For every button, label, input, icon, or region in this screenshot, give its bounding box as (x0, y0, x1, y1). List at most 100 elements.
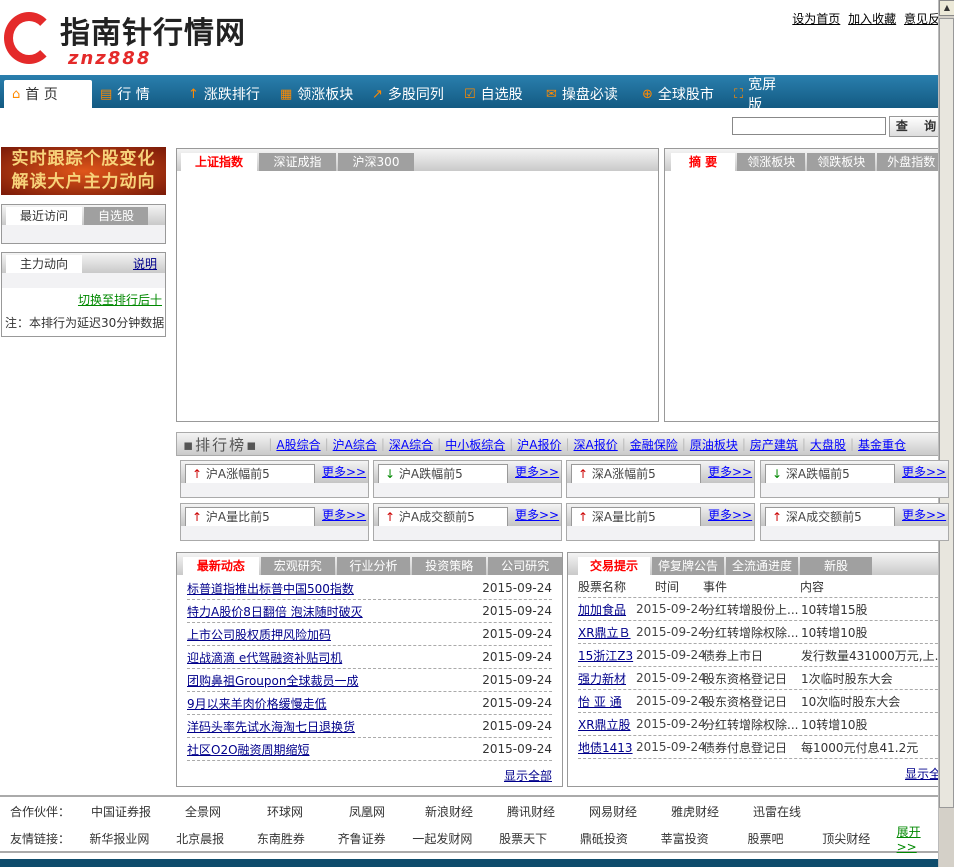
footer-link[interactable]: 全景网 (162, 803, 244, 820)
trade-tab[interactable]: 全流通进度 (726, 557, 798, 575)
nav-item-7[interactable]: ⊕ 全球股市 (634, 80, 726, 108)
nav-item-6[interactable]: ✉ 操盘必读 (538, 80, 634, 108)
news-tab[interactable]: 投资策略 (412, 557, 487, 575)
footer-link[interactable]: 新浪财经 (408, 803, 490, 820)
more-link[interactable]: 更多>> (902, 463, 946, 480)
stock-name-link[interactable]: 地债1413 (578, 739, 635, 756)
footer-link[interactable]: 新华报业网 (79, 830, 160, 847)
footer-link[interactable]: 东南胜券 (240, 830, 321, 847)
more-link[interactable]: 更多>> (708, 506, 752, 523)
ranking-card-tab[interactable]: ↑ 深A涨幅前5 (571, 464, 701, 483)
news-title-link[interactable]: 洋码头率先试水海淘七日退换货 (187, 718, 482, 735)
vertical-scrollbar[interactable]: ▲ (938, 0, 954, 867)
site-logo[interactable]: 指南针行情网 znz888 (4, 8, 276, 70)
set-homepage-link[interactable]: 设为首页 (792, 12, 840, 26)
ranking-card-tab[interactable]: ↑ 深A量比前5 (571, 507, 701, 526)
ranking-card-tab[interactable]: ↑ 沪A成交额前5 (378, 507, 508, 526)
news-title-link[interactable]: 特力A股价8日翻倍 泡沫随时破灭 (187, 603, 482, 620)
news-title-link[interactable]: 上市公司股权质押风险加码 (187, 626, 482, 643)
tab-csi300[interactable]: 沪深300 (338, 153, 414, 171)
scrollbar-thumb[interactable] (939, 18, 954, 808)
news-title-link[interactable]: 9月以来羊肉价格缓慢走低 (187, 695, 482, 712)
more-link[interactable]: 更多>> (515, 463, 559, 480)
ranking-link[interactable]: 金融保险 (630, 436, 678, 453)
footer-link[interactable]: 环球网 (244, 803, 326, 820)
footer-link[interactable]: 齐鲁证券 (321, 830, 402, 847)
tab-shenzhen-index[interactable]: 深证成指 (259, 153, 336, 171)
ranking-card-tab[interactable]: ↑ 沪A量比前5 (185, 507, 315, 526)
nav-item-5[interactable]: ☑ 自选股 (456, 80, 538, 108)
tab-main-flow[interactable]: 主力动向 (6, 255, 83, 273)
more-link[interactable]: 更多>> (322, 506, 366, 523)
trade-tab[interactable]: 交易提示 (578, 557, 650, 575)
ranking-link[interactable]: 原油板块 (690, 436, 738, 453)
stock-name-link[interactable]: 强力新材 (578, 670, 635, 687)
ranking-link[interactable]: 大盘股 (810, 436, 846, 453)
nav-item-2[interactable]: ↑ 涨跌排行 (180, 80, 272, 108)
footer-link[interactable]: 顶尖财经 (806, 830, 887, 847)
ranking-link[interactable]: 中小板综合 (445, 436, 505, 453)
tab-leading-sectors[interactable]: 领涨板块 (737, 153, 806, 171)
footer-link[interactable]: 网易财经 (572, 803, 654, 820)
news-title-link[interactable]: 团购鼻祖Groupon全球裁员一成 (187, 672, 482, 689)
tab-recent-visits[interactable]: 最近访问 (6, 207, 83, 225)
footer-link[interactable]: 一起发财网 (402, 830, 483, 847)
nav-item-4[interactable]: ↗ 多股同列 (364, 80, 456, 108)
news-title-link[interactable]: 迎战滴滴 e代驾融资补贴司机 (187, 649, 482, 666)
more-link[interactable]: 更多>> (322, 463, 366, 480)
tab-summary[interactable]: 摘 要 (671, 153, 736, 171)
news-title-link[interactable]: 标普道指推出标普中国500指数 (187, 580, 482, 597)
nav-item-1[interactable]: ▤ 行 情 (92, 80, 180, 108)
tab-watchlist[interactable]: 自选股 (84, 207, 149, 225)
ranking-link[interactable]: 深A报价 (574, 436, 618, 453)
switch-ranking-link[interactable]: 切换至排行后十 (78, 293, 162, 307)
footer-link[interactable]: 鼎砥投资 (564, 830, 645, 847)
news-tab[interactable]: 宏观研究 (260, 557, 335, 575)
nav-item-3[interactable]: ▦ 领涨板块 (272, 80, 364, 108)
news-tab[interactable]: 最新动态 (183, 557, 259, 575)
news-tab[interactable]: 行业分析 (336, 557, 411, 575)
stock-name-link[interactable]: 加加食品 (578, 601, 635, 618)
ranking-link[interactable]: 沪A报价 (517, 436, 561, 453)
promo-banner[interactable]: 实时跟踪个股变化 解读大户主力动向 (1, 147, 166, 195)
footer-link[interactable]: 股票天下 (483, 830, 564, 847)
stock-name-link[interactable]: 15浙江Z3 (578, 647, 635, 664)
more-link[interactable]: 更多>> (902, 506, 946, 523)
search-input[interactable] (732, 117, 886, 135)
ranking-card-tab[interactable]: ↑ 深A成交额前5 (765, 507, 895, 526)
news-title-link[interactable]: 社区O2O融资周期缩短 (187, 741, 482, 758)
ranking-link[interactable]: A股综合 (276, 436, 320, 453)
stock-name-link[interactable]: XR鼎立股 (578, 716, 635, 733)
stock-name-link[interactable]: XR鼎立Ｂ (578, 624, 635, 641)
nav-item-8[interactable]: ⛶ 宽屏版 (726, 77, 798, 113)
expand-link[interactable]: 展开>> (897, 823, 940, 854)
news-tab[interactable]: 公司研究 (488, 557, 562, 575)
trade-tab[interactable]: 停复牌公告 (652, 557, 724, 575)
tab-foreign-indices[interactable]: 外盘指数 (877, 153, 946, 171)
stock-name-link[interactable]: 怡 亚 通 (578, 693, 635, 710)
ranking-card-tab[interactable]: ↓ 沪A跌幅前5 (378, 464, 508, 483)
more-link[interactable]: 更多>> (515, 506, 559, 523)
more-link[interactable]: 更多>> (708, 463, 752, 480)
scroll-up-button[interactable]: ▲ (939, 0, 954, 16)
ranking-card-tab[interactable]: ↑ 沪A涨幅前5 (185, 464, 315, 483)
tab-shanghai-index[interactable]: 上证指数 (181, 153, 257, 171)
footer-link[interactable]: 中国证券报 (80, 803, 162, 820)
footer-link[interactable]: 股票吧 (725, 830, 806, 847)
nav-item-0[interactable]: ⌂ 首 页 (4, 80, 92, 108)
footer-link[interactable]: 莘富投资 (644, 830, 725, 847)
help-link[interactable]: 说明 (133, 255, 157, 272)
news-show-all-link[interactable]: 显示全部 (504, 769, 552, 783)
ranking-link[interactable]: 深A综合 (389, 436, 433, 453)
ranking-link[interactable]: 沪A综合 (333, 436, 377, 453)
footer-link[interactable]: 雅虎财经 (654, 803, 736, 820)
footer-link[interactable]: 凤凰网 (326, 803, 408, 820)
footer-link[interactable]: 腾讯财经 (490, 803, 572, 820)
footer-link[interactable]: 迅雷在线 (736, 803, 818, 820)
ranking-link[interactable]: 房产建筑 (750, 436, 798, 453)
feedback-link[interactable]: 意见反 (904, 12, 940, 26)
footer-link[interactable]: 北京晨报 (160, 830, 241, 847)
add-favorite-link[interactable]: 加入收藏 (848, 12, 896, 26)
trade-tab[interactable]: 新股 (800, 557, 872, 575)
ranking-link[interactable]: 基金重仓 (858, 436, 906, 453)
